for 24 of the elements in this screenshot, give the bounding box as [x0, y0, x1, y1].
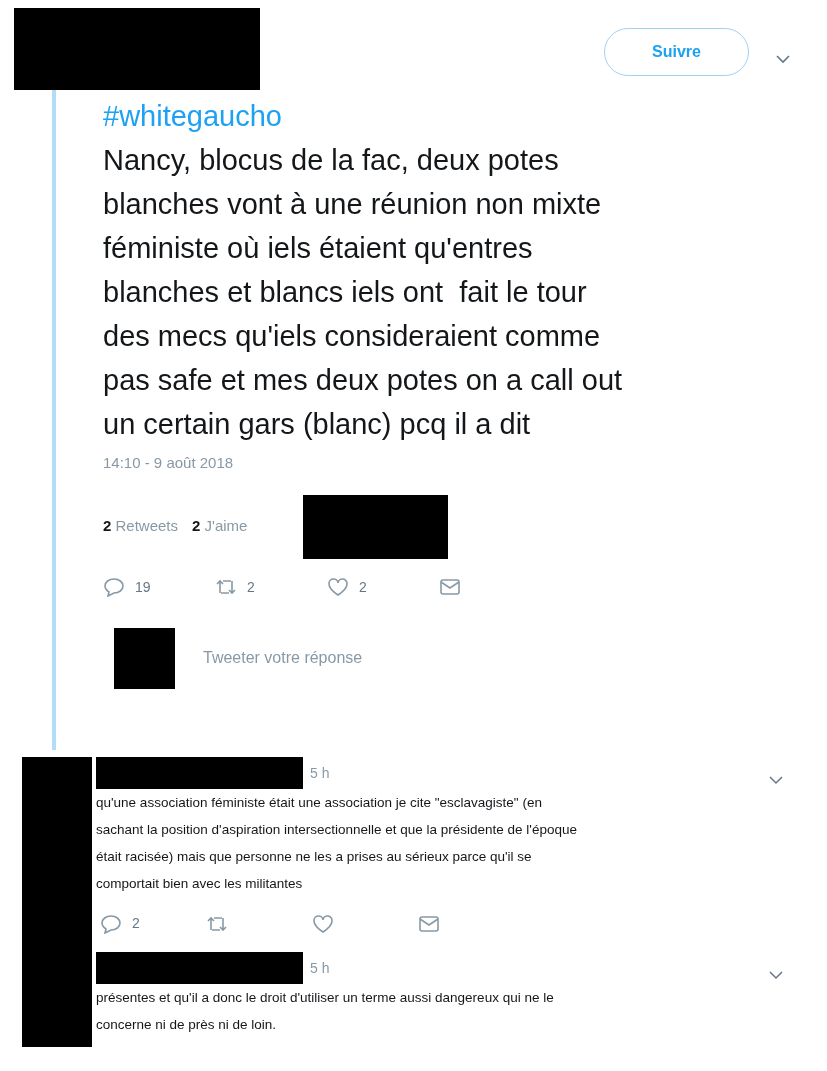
stat-label[interactable]: 2 J'aime	[192, 515, 248, 538]
action-count: 2	[359, 577, 367, 597]
reply-text: présentes et qu'il a donc le droit d'utiliser un terme aussi dangereux qui ne le concerne ni de près ni de loin.	[96, 989, 554, 1034]
action-count: 2	[247, 577, 255, 597]
reply-input-field[interactable]: Tweeter votre réponse	[203, 646, 603, 670]
redaction-box	[114, 627, 175, 689]
envelope-icon[interactable]	[439, 577, 461, 597]
tweet-text: Nancy, blocus de la fac, deux potes blanches vont à une réunion non mixte féministe où iels étaient qu'entres blanches et blancs iels ont fait le tour des mecs qu'iels consideraient comme pas safe et mes deux potes on a call out un certain gars (blanc) pcq il a dit	[103, 143, 623, 442]
reply-icon[interactable]	[100, 913, 122, 934]
action-count: 2	[132, 914, 140, 933]
stat-label[interactable]: 2 Retweets	[103, 515, 179, 538]
action-count: 19	[135, 577, 151, 597]
heart-icon[interactable]	[327, 577, 349, 597]
timestamp: 14:10 - 9 août 2018	[103, 453, 234, 473]
chevron-down-icon[interactable]	[769, 970, 783, 980]
reply-time: 5 h	[310, 958, 330, 978]
chevron-down-icon[interactable]	[769, 775, 783, 785]
envelope-icon[interactable]	[418, 913, 440, 934]
heart-icon[interactable]	[312, 913, 334, 934]
reply-icon[interactable]	[103, 577, 125, 597]
retweet-icon[interactable]	[215, 577, 237, 597]
reply-time: 5 h	[310, 763, 330, 783]
reply-text: qu'une association féministe était une association je cite "esclavagiste" (en sachant la position d'aspiration intersectionnelle et que la présidente de l'époque était racisée) mais que personne ne les a prises au sérieux parce qu'il se comportait bien avec les militantes	[96, 794, 577, 893]
chevron-down-icon[interactable]	[775, 54, 791, 64]
